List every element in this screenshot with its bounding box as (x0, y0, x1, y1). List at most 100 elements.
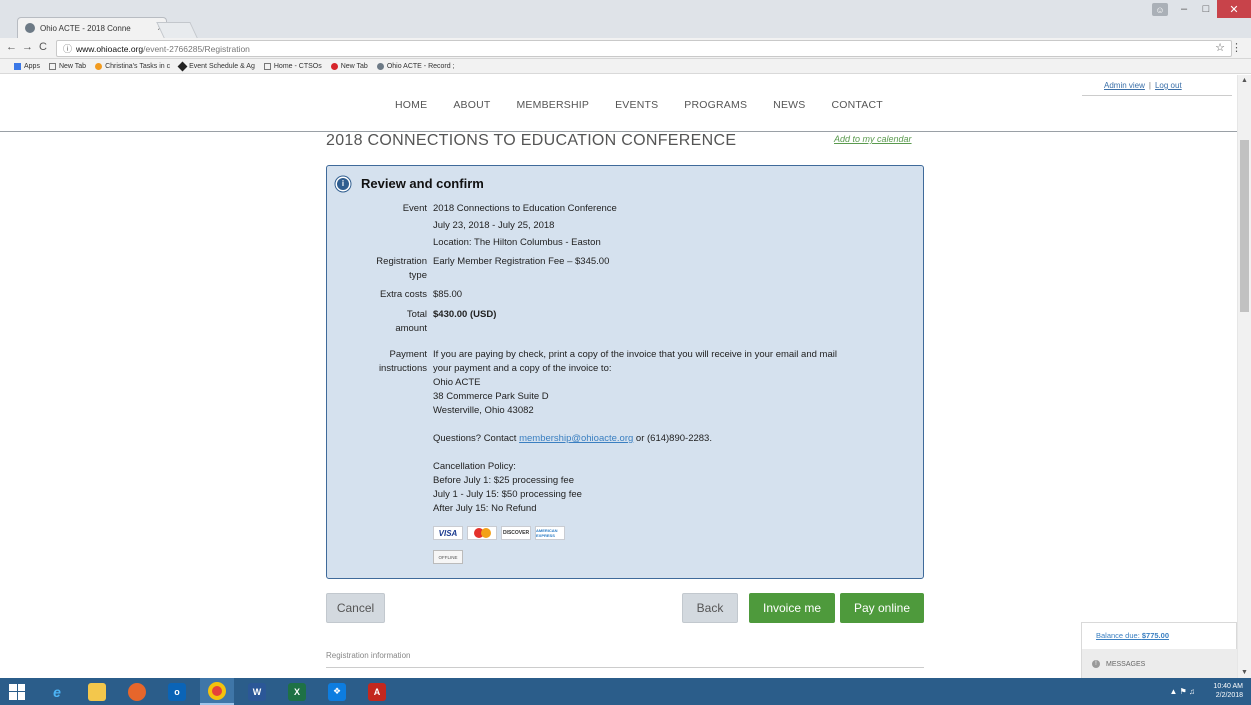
event-label: Event (402, 203, 427, 214)
url-input[interactable]: ⓘ www.ohioacte.org/event-2766285/Registr… (56, 40, 1232, 57)
messages-bar[interactable]: ! MESSAGES (1082, 649, 1237, 678)
globe-icon (376, 62, 384, 70)
payment-cards: VISA DISCOVER AMERICAN EXPRESS (433, 526, 569, 540)
tab-title: Ohio ACTE - 2018 Conne (40, 23, 131, 33)
new-tab-button[interactable] (156, 22, 198, 38)
browser-tab[interactable]: Ohio ACTE - 2018 Conne × (17, 17, 167, 38)
forward-arrow-icon[interactable]: → (22, 41, 33, 53)
system-tray-icons[interactable]: ▲ ⚑ ♫ (1169, 687, 1195, 696)
taskbar-acrobat[interactable]: A (360, 678, 394, 705)
word-icon: W (248, 682, 266, 701)
messages-label: MESSAGES (1106, 660, 1146, 668)
apps-grid-icon (14, 62, 21, 70)
menu-icon[interactable]: ⋮ (1231, 41, 1242, 54)
registration-info-divider (326, 667, 924, 668)
globe-icon (25, 23, 35, 33)
maximize-icon[interactable]: □ (1195, 0, 1217, 18)
bookmark-home-ctsos[interactable]: Home - CTSOs (263, 62, 322, 70)
event-title: 2018 CONNECTIONS TO EDUCATION CONFERENCE (326, 132, 737, 149)
taskbar-outlook[interactable]: o (160, 678, 194, 705)
cancellation-title: Cancellation Policy: (433, 461, 516, 472)
event-value: 2018 Connections to Education Conference… (433, 202, 913, 250)
taskbar-firefox[interactable] (120, 678, 154, 705)
page-icon (263, 62, 271, 70)
scroll-down-icon[interactable]: ▼ (1241, 669, 1248, 676)
bookmark-apps[interactable]: Apps (14, 62, 40, 70)
invoice-me-button[interactable]: Invoice me (749, 593, 835, 623)
main-navigation: HOME ABOUT MEMBERSHIP EVENTS PROGRAMS NE… (395, 99, 909, 111)
red-circle-icon (330, 62, 338, 70)
taskbar-word[interactable]: W (240, 678, 274, 705)
scroll-up-icon[interactable]: ▲ (1241, 77, 1248, 84)
start-button[interactable] (0, 678, 34, 705)
minimize-icon[interactable]: – (1173, 0, 1195, 18)
feather-icon (177, 61, 188, 71)
amex-card-icon: AMERICAN EXPRESS (535, 526, 565, 540)
review-confirm-panel: i Review and confirm Event 2018 Connecti… (326, 165, 924, 579)
balance-panel: Balance due: $775.00 ! MESSAGES (1081, 622, 1237, 678)
registration-type-label: Registration type (376, 256, 427, 281)
bookmark-new-tab-2[interactable]: New Tab (330, 62, 368, 70)
nav-events[interactable]: EVENTS (615, 99, 658, 111)
payment-instructions-label: Payment instructions (378, 349, 427, 374)
cancel-button[interactable]: Cancel (326, 593, 385, 623)
log-out-link[interactable]: Log out (1155, 81, 1182, 90)
bookmark-new-tab[interactable]: New Tab (48, 62, 86, 70)
bookmark-star-icon[interactable]: ☆ (1215, 41, 1225, 54)
browser-tabbar: Ohio ACTE - 2018 Conne × ☺ – □ ✕ (0, 0, 1251, 38)
bookmark-christinas-tasks[interactable]: Christina's Tasks in c (95, 62, 170, 70)
info-icon: i (337, 177, 349, 190)
mastercard-icon (467, 526, 497, 540)
event-name: 2018 Connections to Education Conference (433, 203, 617, 214)
page-icon (48, 62, 56, 70)
nav-news[interactable]: NEWS (773, 99, 805, 111)
admin-separator: | (1148, 81, 1151, 90)
address-line: Ohio ACTE (433, 377, 481, 388)
registration-info-heading: Registration information (326, 651, 411, 660)
close-window-icon[interactable]: ✕ (1217, 0, 1251, 18)
nav-membership[interactable]: MEMBERSHIP (516, 99, 589, 111)
cancellation-item: After July 15: No Refund (433, 503, 537, 514)
admin-links: Admin view | Log out (1104, 81, 1182, 90)
admin-view-link[interactable]: Admin view (1104, 81, 1145, 90)
nav-about[interactable]: ABOUT (453, 99, 490, 111)
pay-online-button[interactable]: Pay online (840, 593, 924, 623)
taskbar-ie[interactable]: e (40, 678, 74, 705)
bookmark-event-schedule[interactable]: Event Schedule & Ag (177, 61, 255, 71)
extra-costs-value: $85.00 (433, 289, 463, 300)
event-location: Location: The Hilton Columbus - Easton (433, 237, 601, 248)
back-arrow-icon[interactable]: ← (6, 41, 17, 53)
taskbar-chrome[interactable] (200, 678, 234, 705)
info-icon[interactable]: ⓘ (63, 42, 72, 55)
nav-programs[interactable]: PROGRAMS (684, 99, 747, 111)
folder-icon (88, 682, 106, 701)
nav-home[interactable]: HOME (395, 99, 427, 111)
visa-card-icon: VISA (433, 526, 463, 540)
user-profile-icon[interactable]: ☺ (1152, 3, 1168, 16)
taskbar-explorer[interactable] (80, 678, 114, 705)
questions-contact: Questions? Contact membership@ohioacte.o… (433, 433, 712, 444)
nav-contact[interactable]: CONTACT (831, 99, 882, 111)
excel-icon: X (288, 682, 306, 701)
membership-email-link[interactable]: membership@ohioacte.org (519, 433, 633, 444)
message-icon: ! (1092, 660, 1100, 668)
registration-type-value: Early Member Registration Fee – $345.00 (433, 256, 610, 267)
url-path: /event-2766285/Registration (143, 43, 250, 54)
windows-logo-icon (9, 683, 25, 700)
taskbar-dropbox[interactable]: ❖ (320, 678, 354, 705)
extra-costs-label: Extra costs (380, 289, 427, 300)
taskbar-excel[interactable]: X (280, 678, 314, 705)
page-scrollbar[interactable]: ▲ ▼ (1237, 75, 1251, 678)
address-line: 38 Commerce Park Suite D (433, 391, 549, 402)
balance-due-link[interactable]: Balance due: $775.00 (1096, 631, 1169, 640)
scroll-thumb[interactable] (1240, 140, 1249, 312)
firefox-icon (128, 682, 146, 701)
payment-instructions-value: If you are paying by check, print a copy… (433, 348, 913, 516)
taskbar-clock[interactable]: 10:40 AM 2/2/2018 (1213, 682, 1243, 700)
add-to-calendar-link[interactable]: Add to my calendar (834, 134, 912, 144)
bookmark-ohio-acte-record[interactable]: Ohio ACTE - Record ; (376, 62, 455, 70)
back-button[interactable]: Back (682, 593, 738, 623)
page-content: Admin view | Log out HOME ABOUT MEMBERSHIP… (0, 75, 1237, 678)
total-amount-value: $430.00 (USD) (433, 309, 497, 320)
reload-icon[interactable]: C (39, 41, 47, 53)
